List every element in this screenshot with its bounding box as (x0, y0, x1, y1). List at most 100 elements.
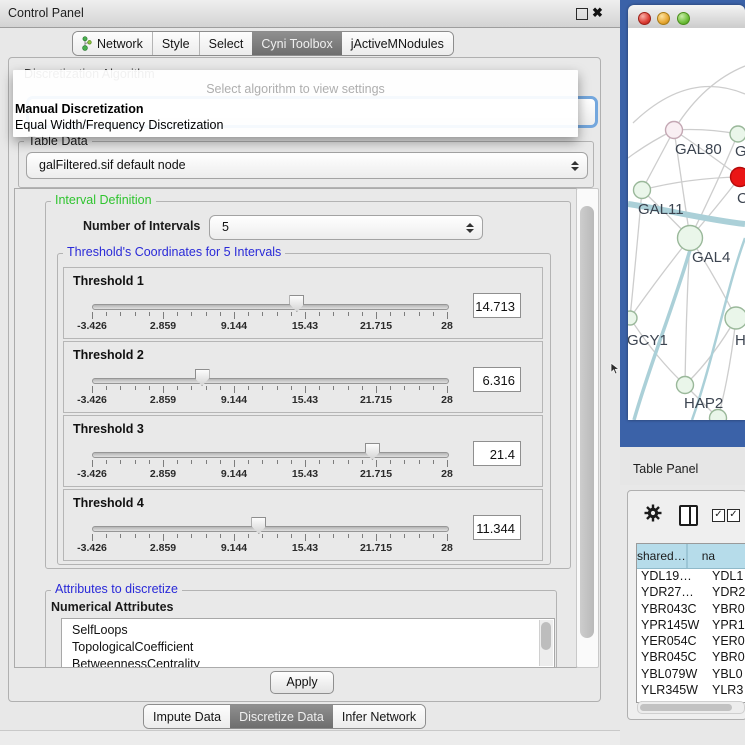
table-row[interactable]: YDR27…YDR2 (637, 585, 745, 601)
slider-tick-label: 15.43 (292, 542, 318, 554)
slider-tick (291, 312, 292, 316)
panel-vertical-scrollbar[interactable] (576, 188, 599, 668)
number-of-intervals-label: Number of Intervals (83, 219, 200, 233)
table-data-dropdown[interactable]: galFiltered.sif default node (26, 152, 588, 179)
tab-cyni-toolbox-label: Cyni Toolbox (261, 37, 332, 51)
table-row[interactable]: YLR345WYLR3 (637, 683, 745, 699)
columns-icon[interactable] (679, 505, 698, 526)
tab-network[interactable]: Network (73, 32, 152, 55)
slider-tick (262, 386, 263, 390)
table-data-selected: galFiltered.sif default node (27, 158, 186, 172)
threshold-panel: Threshold 2-3.4262.8599.14415.4321.71528… (63, 341, 543, 413)
table-scroll-thumb[interactable] (640, 704, 732, 711)
cell-name: YBL0 (706, 667, 745, 683)
cell-name: YER0 (706, 634, 745, 650)
label-gcy1: GCY1 (628, 332, 668, 349)
slider-tick (177, 534, 178, 538)
node-selected-red[interactable] (731, 168, 745, 187)
node-h[interactable] (725, 307, 745, 329)
slider-track[interactable] (92, 452, 449, 458)
tab-infer-network[interactable]: Infer Network (333, 705, 425, 728)
threshold-value[interactable]: 21.4 (473, 441, 521, 466)
checkbox-icon-2[interactable]: ✓ (727, 509, 740, 522)
spinner-arrows-icon (466, 223, 473, 233)
slider-tick (362, 312, 363, 316)
label-hap2: HAP2 (684, 395, 723, 412)
tab-impute-data[interactable]: Impute Data (144, 705, 230, 728)
slider-track[interactable] (92, 378, 449, 384)
network-window: GAL80 G GAL11 C GAL4 GCY1 H HAP2 (628, 5, 745, 420)
numerical-attributes-list[interactable]: SelfLoopsTopologicalCoefficientBetweenne… (61, 618, 555, 668)
gear-icon[interactable] (644, 504, 662, 522)
slider-tick (177, 460, 178, 464)
slider-tick (120, 534, 121, 538)
attributes-group-label: Attributes to discretize (51, 582, 182, 596)
threshold-label: Threshold 4 (73, 496, 144, 510)
number-of-intervals-spinner[interactable]: 5 (209, 215, 483, 240)
slider-track[interactable] (92, 304, 449, 310)
threshold-label: Threshold 3 (73, 422, 144, 436)
network-canvas[interactable]: GAL80 G GAL11 C GAL4 GCY1 H HAP2 (628, 28, 745, 420)
column-header-shared-name[interactable]: shared… (637, 544, 688, 568)
attribute-item[interactable]: TopologicalCoefficient (62, 639, 554, 656)
threshold-value[interactable]: 11.344 (473, 515, 521, 540)
slider-tick (163, 386, 164, 393)
attribute-item[interactable]: BetweennessCentrality (62, 656, 554, 668)
table-row[interactable]: YPR145WYPR1 (637, 618, 745, 634)
algorithm-option-manual[interactable]: Manual Discretization (15, 102, 144, 116)
table-row[interactable]: YER054CYER0 (637, 634, 745, 650)
slider-tick (106, 534, 107, 538)
slider-tick (291, 460, 292, 464)
node-gcy1[interactable] (628, 311, 637, 325)
label-gal4: GAL4 (692, 249, 730, 266)
attribute-item[interactable]: SelfLoops (62, 622, 554, 639)
threshold-value[interactable]: 6.316 (473, 367, 521, 392)
tab-select[interactable]: Select (199, 32, 253, 55)
slider-tick-label: 15.43 (292, 468, 318, 480)
attributes-list-scrollbar[interactable] (539, 620, 553, 666)
slider-tick (390, 534, 391, 538)
settings-scrollpane: Interval Definition Number of Intervals … (14, 188, 577, 668)
tab-style[interactable]: Style (152, 32, 199, 55)
tab-cyni-toolbox[interactable]: Cyni Toolbox (252, 32, 341, 55)
tab-jactivemnodules[interactable]: jActiveMNodules (342, 32, 453, 55)
slider-tick (277, 460, 278, 464)
algorithm-option-equal-width[interactable]: Equal Width/Frequency Discretization (15, 118, 223, 132)
column-header-name[interactable]: na (688, 544, 745, 568)
table-row[interactable]: YDL19…YDL1 (637, 569, 745, 585)
table-row[interactable]: YBR045CYBR0 (637, 650, 745, 666)
node-gal80[interactable] (666, 122, 683, 139)
slider-tick (348, 460, 349, 464)
table-row[interactable]: YBR043CYBR0 (637, 602, 745, 618)
slider-tick (177, 312, 178, 316)
node-gal4[interactable] (678, 226, 703, 251)
apply-button[interactable]: Apply (270, 671, 334, 694)
node-partial-right-top[interactable] (730, 126, 745, 142)
table-row[interactable]: YBL079WYBL0 (637, 667, 745, 683)
slider-track[interactable] (92, 526, 449, 532)
slider-tick (404, 534, 405, 538)
cell-shared-name: YDL19… (637, 569, 706, 585)
node-hap2[interactable] (677, 377, 694, 394)
tab-discretize-data[interactable]: Discretize Data (230, 705, 333, 728)
minimize-traffic-light[interactable] (657, 12, 670, 25)
zoom-traffic-light[interactable] (677, 12, 690, 25)
attributes-scroll-thumb[interactable] (541, 622, 551, 650)
slider-tick (348, 312, 349, 316)
slider-tick (149, 534, 150, 538)
slider-tick (191, 460, 192, 464)
slider-tick (120, 386, 121, 390)
node-gal11[interactable] (634, 182, 651, 199)
checkbox-icon-1[interactable]: ✓ (712, 509, 725, 522)
panel-scroll-thumb[interactable] (580, 206, 594, 638)
table-horizontal-scrollbar[interactable] (637, 701, 745, 714)
slider-tick (447, 460, 448, 467)
thresholds-group-label: Threshold's Coordinates for 5 Intervals (63, 245, 285, 259)
table-panel-title: Table Panel (633, 462, 698, 476)
control-panel-tabbar: Network Style Select Cyni Toolbox jActiv… (72, 31, 454, 56)
close-traffic-light[interactable] (638, 12, 651, 25)
threshold-value[interactable]: 14.713 (473, 293, 521, 318)
label-gal80: GAL80 (675, 141, 722, 158)
float-window-icon[interactable] (576, 8, 588, 20)
close-icon[interactable]: ✖ (592, 5, 603, 21)
